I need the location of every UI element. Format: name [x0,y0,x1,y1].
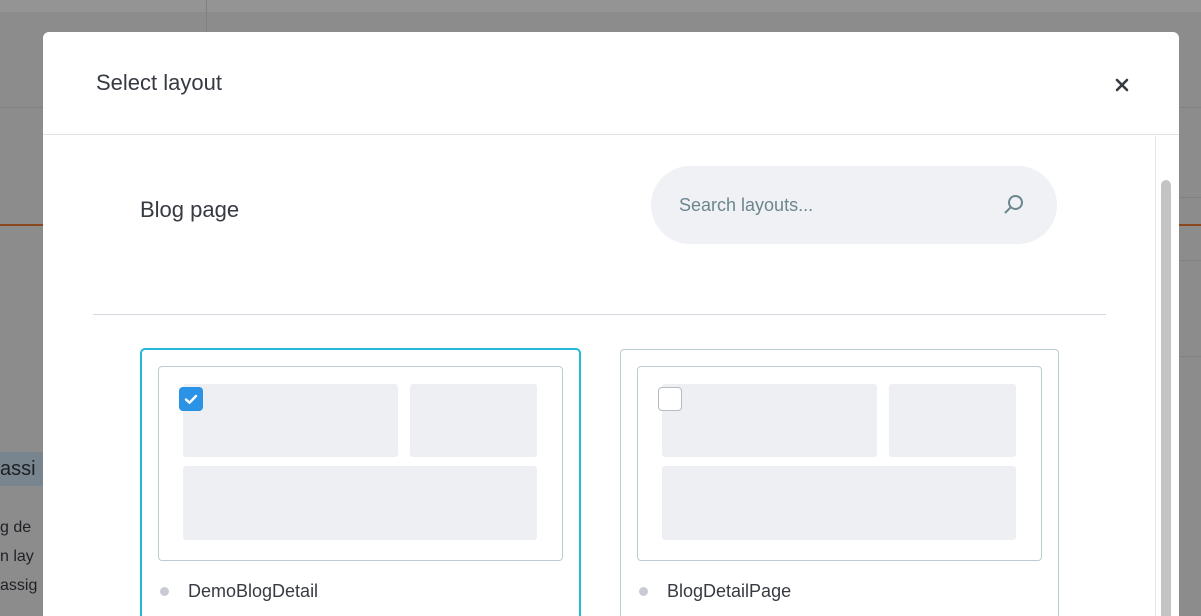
close-button[interactable] [1105,68,1139,102]
preview-block [662,384,877,457]
search-icon[interactable] [1001,192,1027,218]
layout-preview [637,366,1042,561]
layout-card-demoblogdetail[interactable]: DemoBlogDetail [141,349,580,616]
status-dot-icon [160,587,169,596]
section-title: Blog page [140,197,240,222]
layout-label: BlogDetailPage [639,581,791,602]
select-layout-modal: Select layout Blog page Search layouts..… [43,32,1179,616]
search-box [651,166,1057,244]
status-dot-icon [639,587,648,596]
preview-block [183,384,398,457]
search-input[interactable] [679,166,999,244]
preview-block [183,466,537,540]
checkmark-icon [184,394,198,404]
layout-preview [158,366,563,561]
layout-card-blogdetailpage[interactable]: BlogDetailPage [620,349,1059,616]
layout-name: BlogDetailPage [667,581,792,601]
modal-title: Select layout [96,70,222,95]
layout-label: DemoBlogDetail [160,581,318,602]
layout-checkbox[interactable] [179,387,203,411]
modal-body: Blog page DemoB [43,136,1155,616]
preview-block [889,384,1016,457]
preview-block [662,466,1016,540]
modal-header: Select layout [43,32,1179,135]
layout-name: DemoBlogDetail [188,581,319,601]
preview-block [410,384,537,457]
close-icon [1115,78,1129,92]
scrollbar-thumb[interactable] [1161,180,1171,616]
section-divider [93,314,1106,315]
layout-checkbox[interactable] [658,387,682,411]
